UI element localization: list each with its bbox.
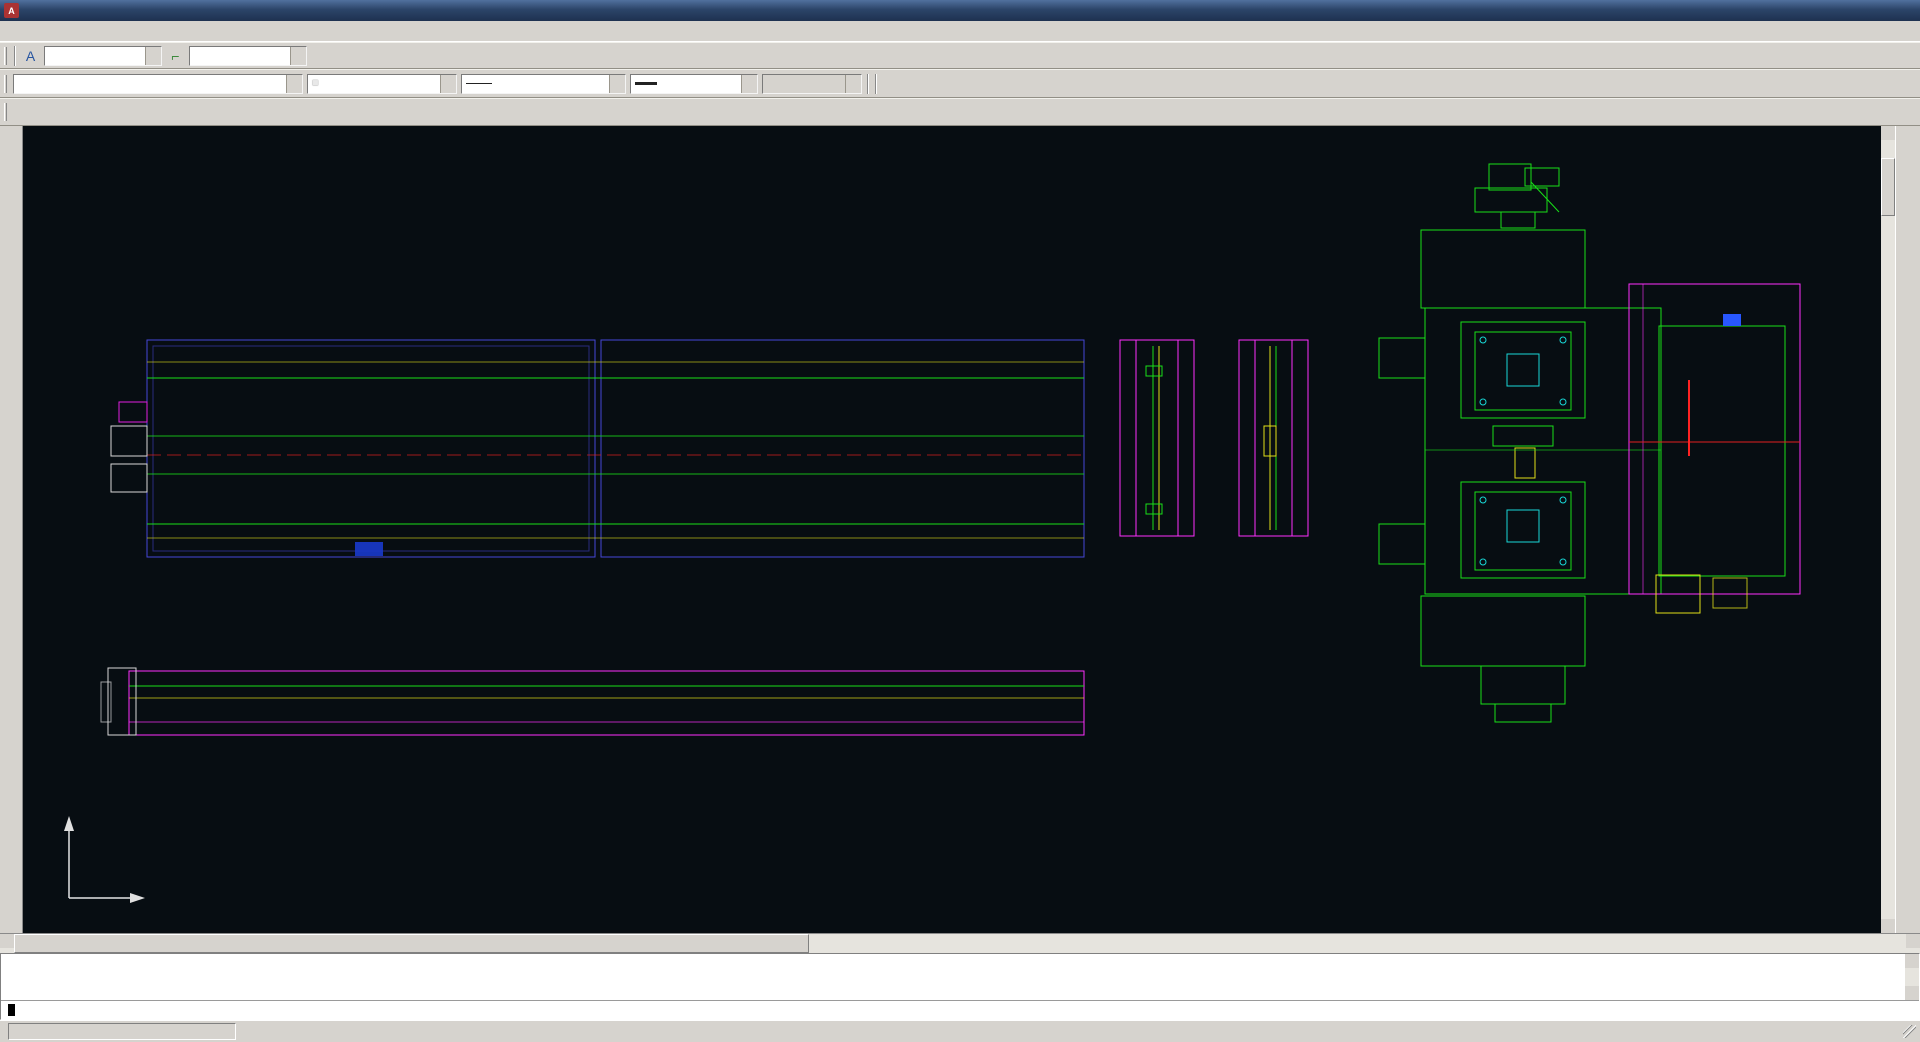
autocad-window: A A ⌐ ■ (0, 0, 1920, 1042)
menu-bar (0, 21, 1920, 42)
workspace (0, 126, 1920, 933)
lineweight-combo[interactable] (630, 74, 758, 94)
layer-combo[interactable] (13, 74, 303, 94)
plot-style-combo (762, 74, 862, 94)
text-style-combo[interactable] (44, 46, 162, 66)
toolbar-grip[interactable] (4, 75, 7, 93)
secondary-toolbar (0, 98, 1920, 126)
color-combo[interactable]: ■ (307, 74, 457, 94)
watermark (355, 542, 383, 556)
vertical-scrollbar[interactable] (1881, 126, 1895, 933)
layers-properties-toolbar: ■ (0, 69, 1920, 98)
resize-grip[interactable] (1903, 1025, 1916, 1038)
horizontal-scroll-thumb[interactable] (14, 934, 809, 953)
vertical-scroll-thumb[interactable] (1881, 158, 1895, 216)
status-bar (0, 1020, 1920, 1042)
draw-toolbar (0, 126, 23, 933)
chevron-down-icon[interactable] (145, 47, 161, 65)
chevron-down-icon[interactable] (440, 75, 456, 93)
toolbar-separator (867, 74, 869, 94)
command-history (1, 954, 1919, 1000)
chevron-down-icon[interactable] (741, 75, 757, 93)
lineweight-sample (635, 82, 657, 85)
chevron-down-icon[interactable] (286, 75, 302, 93)
command-input-line[interactable] (1, 1000, 1919, 1019)
linetype-combo[interactable] (461, 74, 626, 94)
drawing-canvas-svg (23, 126, 1881, 933)
command-scrollbar[interactable] (1905, 954, 1919, 1000)
scroll-down-icon[interactable] (1881, 919, 1895, 933)
standard-toolbar: A ⌐ (0, 42, 1920, 69)
die-front-view (101, 668, 1084, 735)
modify-toolbar (1895, 126, 1920, 933)
scroll-up-icon[interactable] (1905, 954, 1919, 968)
scroll-left-icon[interactable] (0, 934, 14, 948)
toolbar-separator (14, 46, 16, 66)
ucs-icon (64, 816, 145, 903)
title-bar: A (0, 0, 1920, 21)
autocad-app-icon[interactable]: A (4, 3, 19, 18)
toolbar-grip[interactable] (4, 103, 7, 121)
machine-side-view (1379, 164, 1800, 722)
layout-tab-row (0, 933, 1920, 953)
command-window[interactable] (0, 953, 1920, 1020)
chevron-down-icon (845, 75, 861, 93)
text-style-manager-icon[interactable]: A (19, 45, 42, 67)
die-section-views (1120, 340, 1308, 536)
coordinate-readout[interactable] (8, 1023, 236, 1040)
horizontal-scrollbar[interactable] (0, 934, 1920, 953)
linetype-sample (466, 83, 492, 84)
scroll-down-icon[interactable] (1905, 986, 1919, 1000)
chevron-down-icon[interactable] (609, 75, 625, 93)
model-space-canvas[interactable] (23, 126, 1881, 933)
dim-style-manager-icon[interactable]: ⌐ (164, 45, 187, 67)
scroll-up-icon[interactable] (1881, 126, 1895, 140)
toolbar-grip[interactable] (4, 47, 7, 65)
text-caret (8, 1004, 15, 1016)
toolbar-separator (875, 74, 877, 94)
scroll-right-icon[interactable] (1906, 934, 1920, 948)
color-swatch: ■ (312, 78, 319, 89)
chevron-down-icon[interactable] (290, 47, 306, 65)
die-top-view (111, 340, 1084, 557)
dim-style-combo[interactable] (189, 46, 307, 66)
